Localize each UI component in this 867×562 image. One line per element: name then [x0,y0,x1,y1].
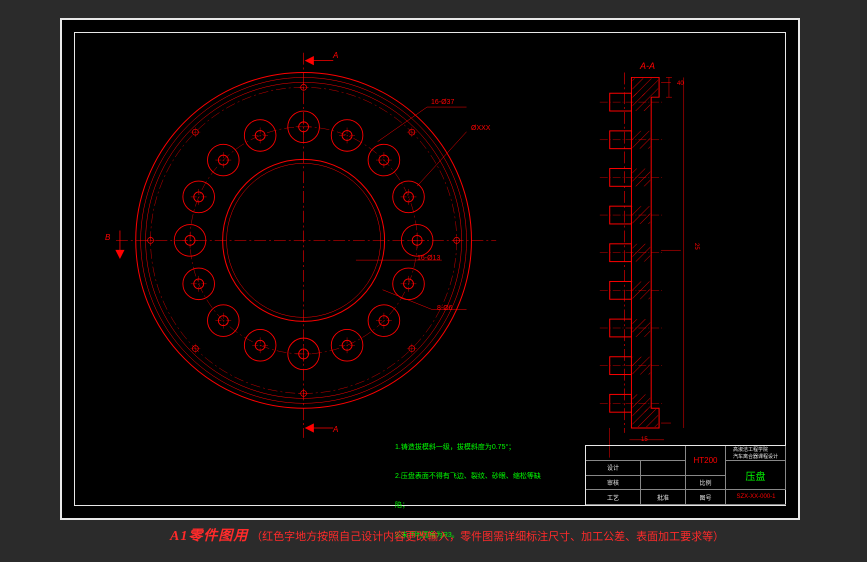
tb-dwgno: SZX-XX-000-1 [726,490,786,505]
bolt-hole [368,305,400,337]
dim-2: 25 [693,243,699,250]
bottom-title: A1零件图用 [170,529,248,544]
tb-school-bot: 汽车离合器课程设计 [733,453,778,460]
section-label: A-A [640,61,655,71]
bolt-hole [331,329,363,361]
bolt-hole [368,144,400,176]
tb-part-name: 压盘 [726,461,786,491]
note-line: 2.压盘表面不得有飞边、裂纹、砂眼、缩松等缺 [395,472,541,482]
bolt-hole [183,181,215,213]
bolt-hole [331,120,363,152]
title-block: HT200 高淑洁工程学院 汽车离合器课程设计 设计 比例 压盘 审核 工艺 批… [585,445,785,505]
tb-row-design: 设计 [586,461,641,476]
section-arrow-a-bottom [306,424,334,432]
drawing-canvas: A A B A-A 16-Ø37 ØXXX 16-Ø13 8-Ø6 40 25 … [75,33,785,505]
bolt-hole [244,120,276,152]
tb-header [586,446,686,461]
bolt-hole [393,181,425,213]
callout-4: ØXXX [471,125,490,132]
note-line: 1.铸造拔模斜一级，拔模斜度为0.75°； [395,443,541,453]
tb-scale-label: 比例 [686,476,726,491]
tb-row-check: 审核 [586,476,641,491]
tb-school: 高淑洁工程学院 汽车离合器课程设计 [726,446,786,461]
arrow-label-b: B [105,233,110,242]
arrow-label-a-bottom: A [333,425,338,434]
bottom-annotation: A1零件图用 （红色字地方按照自己设计内容更改输入，零件图需详细标注尺寸、加工公… [170,525,724,545]
view-arrow-b [116,230,124,258]
callout-2: 16-Ø13 [417,255,440,262]
bolt-hole [208,144,240,176]
bolt-hole [183,268,215,300]
bolt-hole [208,305,240,337]
note-line: 陷； [395,501,541,511]
bottom-body: （红色字地方按照自己设计内容更改输入，零件图需详细标注尺寸、加工公差、表面加工要… [251,531,724,543]
callout-1: 16-Ø37 [431,99,454,106]
tb-dwgno-label: 图号 [686,490,726,505]
tb-school-top: 高淑洁工程学院 [733,446,778,453]
dim-1: 40 [677,81,684,87]
bolt-hole [244,329,276,361]
section-arrow-a-top [306,57,334,65]
front-view-centerlines [116,53,496,438]
tb-row-appr: 批准 [641,490,686,505]
leaders [356,107,467,309]
section-view [600,72,681,432]
callout-3: 8-Ø6 [437,305,453,312]
dim-3: 15 [641,437,648,443]
drawing-sheet: A A B A-A 16-Ø37 ØXXX 16-Ø13 8-Ø6 40 25 … [60,18,800,520]
drawing-border: A A B A-A 16-Ø37 ØXXX 16-Ø13 8-Ø6 40 25 … [74,32,786,506]
bolt-hole [393,268,425,300]
tb-row-proc: 工艺 [586,490,641,505]
arrow-label-a-top: A [333,51,338,60]
tb-sig-1 [641,461,686,476]
tb-sig-2 [641,476,686,491]
tb-material: HT200 [686,446,726,476]
